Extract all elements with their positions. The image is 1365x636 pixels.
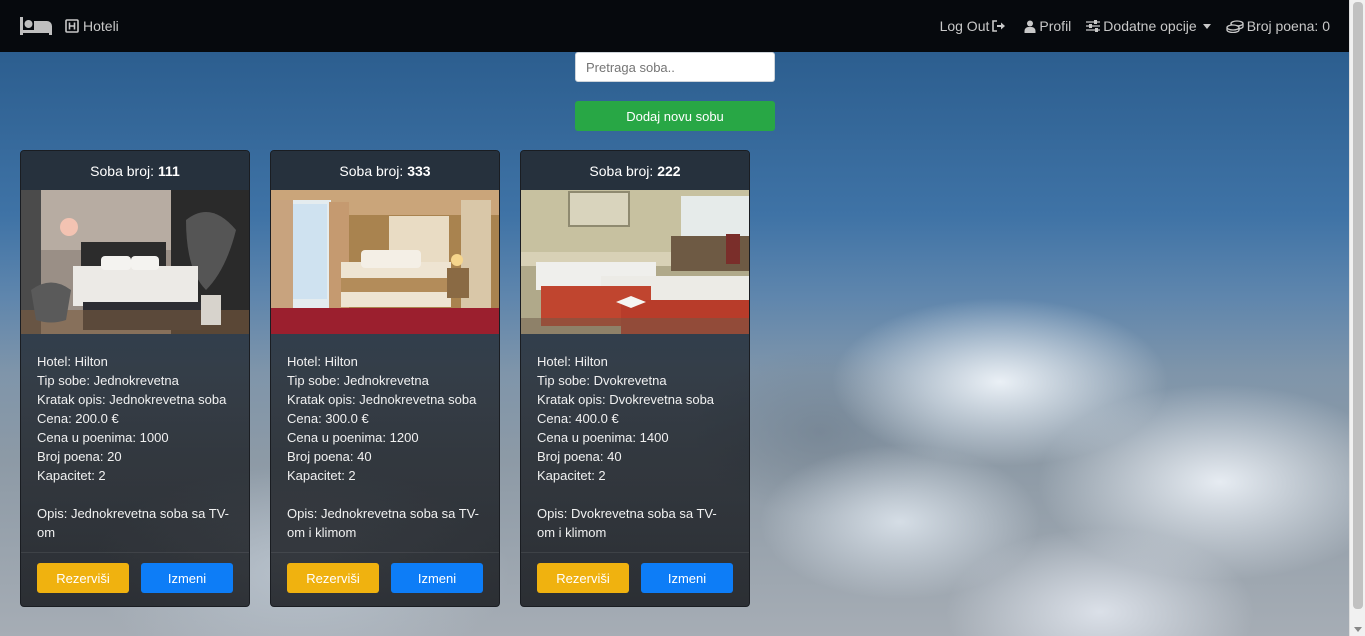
logout-label: Log Out bbox=[939, 18, 990, 34]
short-description: Kratak opis: Jednokrevetna soba bbox=[287, 392, 477, 407]
card-body: Hotel: Hilton Tip sobe: Jednokrevetna Kr… bbox=[21, 334, 249, 542]
price-in-points: Cena u poenima: 1000 bbox=[37, 430, 169, 445]
room-type: Tip sobe: Jednokrevetna bbox=[37, 373, 179, 388]
card-body: Hotel: Hilton Tip sobe: Jednokrevetna Kr… bbox=[271, 334, 499, 542]
room-number-label: Soba broj: bbox=[589, 162, 654, 179]
price: Cena: 200.0 € bbox=[37, 411, 119, 426]
room-type: Tip sobe: Jednokrevetna bbox=[287, 373, 429, 388]
room-cards: Soba broj: 111 Hotel: Hilton Tip sobe: J… bbox=[20, 150, 770, 607]
sliders-icon bbox=[1086, 20, 1101, 32]
hotel-name: Hotel: Hilton bbox=[37, 354, 108, 369]
card-footer: Rezerviši Izmeni bbox=[21, 552, 249, 606]
points-link[interactable]: Broj poena: 0 bbox=[1223, 18, 1330, 34]
room-number-label: Soba broj: bbox=[90, 162, 154, 179]
room-type: Tip sobe: Dvokrevetna bbox=[537, 373, 667, 388]
room-number: 333 bbox=[407, 162, 431, 179]
reserve-button[interactable]: Rezerviši bbox=[537, 563, 629, 593]
scrollbar-thumb[interactable] bbox=[1353, 2, 1363, 609]
reserve-button[interactable]: Rezerviši bbox=[37, 563, 129, 593]
capacity: Kapacitet: 2 bbox=[287, 468, 356, 483]
user-icon bbox=[1024, 20, 1036, 33]
page-scrollbar[interactable] bbox=[1349, 0, 1365, 636]
card-footer: Rezerviši Izmeni bbox=[521, 552, 749, 606]
card-header: Soba broj: 333 bbox=[271, 151, 499, 190]
options-label: Dodatne opcije bbox=[1103, 18, 1197, 34]
room-card: Soba broj: 333 Hotel: Hilton Tip sobe: J… bbox=[270, 150, 500, 607]
coins-icon bbox=[1226, 19, 1244, 33]
edit-button[interactable]: Izmeni bbox=[391, 563, 483, 593]
price-in-points: Cena u poenima: 1400 bbox=[537, 430, 669, 445]
logout-link[interactable]: Log Out bbox=[940, 18, 1010, 34]
edit-button[interactable]: Izmeni bbox=[141, 563, 233, 593]
hotel-name: Hotel: Hilton bbox=[287, 354, 358, 369]
price: Cena: 400.0 € bbox=[537, 411, 619, 426]
room-card: Soba broj: 222 Hotel: Hilton Tip sobe: D… bbox=[520, 150, 750, 607]
points-label: Broj poena: 0 bbox=[1246, 18, 1330, 34]
price: Cena: 300.0 € bbox=[287, 411, 369, 426]
room-photo bbox=[271, 190, 499, 334]
description: Opis: Jednokrevetna soba sa TV-om bbox=[37, 506, 229, 540]
card-header: Soba broj: 111 bbox=[21, 151, 249, 190]
room-photo bbox=[21, 190, 249, 334]
capacity: Kapacitet: 2 bbox=[37, 468, 106, 483]
description: Opis: Dvokrevetna soba sa TV-om i klimom bbox=[537, 506, 717, 540]
chevron-down-icon bbox=[1202, 23, 1211, 29]
capacity: Kapacitet: 2 bbox=[537, 468, 606, 483]
card-header: Soba broj: 222 bbox=[521, 151, 749, 190]
navbar: Hoteli Log Out Profil Dodatne opcije Bro… bbox=[0, 0, 1349, 52]
options-dropdown[interactable]: Dodatne opcije bbox=[1083, 18, 1211, 34]
room-number: 222 bbox=[657, 162, 681, 179]
short-description: Kratak opis: Jednokrevetna soba bbox=[37, 392, 227, 407]
nav-hotels-link[interactable]: Hoteli bbox=[65, 18, 119, 34]
nav-hotels-label: Hoteli bbox=[83, 18, 119, 34]
profile-label: Profil bbox=[1039, 18, 1072, 34]
edit-button[interactable]: Izmeni bbox=[641, 563, 733, 593]
points: Broj poena: 40 bbox=[537, 449, 622, 464]
sign-out-icon bbox=[992, 20, 1006, 32]
room-number: 111 bbox=[158, 162, 180, 179]
description: Opis: Jednokrevetna soba sa TV-om i klim… bbox=[287, 506, 479, 540]
hotel-h-icon bbox=[65, 19, 79, 33]
room-card: Soba broj: 111 Hotel: Hilton Tip sobe: J… bbox=[20, 150, 250, 607]
room-photo bbox=[521, 190, 749, 334]
profile-link[interactable]: Profil bbox=[1021, 18, 1071, 34]
scroll-down-arrow-icon[interactable] bbox=[1354, 627, 1362, 632]
price-in-points: Cena u poenima: 1200 bbox=[287, 430, 419, 445]
add-room-button[interactable]: Dodaj novu sobu bbox=[575, 101, 775, 131]
card-footer: Rezerviši Izmeni bbox=[271, 552, 499, 606]
search-input[interactable] bbox=[575, 52, 775, 82]
card-body: Hotel: Hilton Tip sobe: Dvokrevetna Krat… bbox=[521, 334, 749, 542]
points: Broj poena: 40 bbox=[287, 449, 372, 464]
room-number-label: Soba broj: bbox=[339, 162, 404, 179]
points: Broj poena: 20 bbox=[37, 449, 122, 464]
reserve-button[interactable]: Rezerviši bbox=[287, 563, 379, 593]
bed-icon[interactable] bbox=[19, 16, 53, 36]
short-description: Kratak opis: Dvokrevetna soba bbox=[537, 392, 715, 407]
hotel-name: Hotel: Hilton bbox=[537, 354, 608, 369]
